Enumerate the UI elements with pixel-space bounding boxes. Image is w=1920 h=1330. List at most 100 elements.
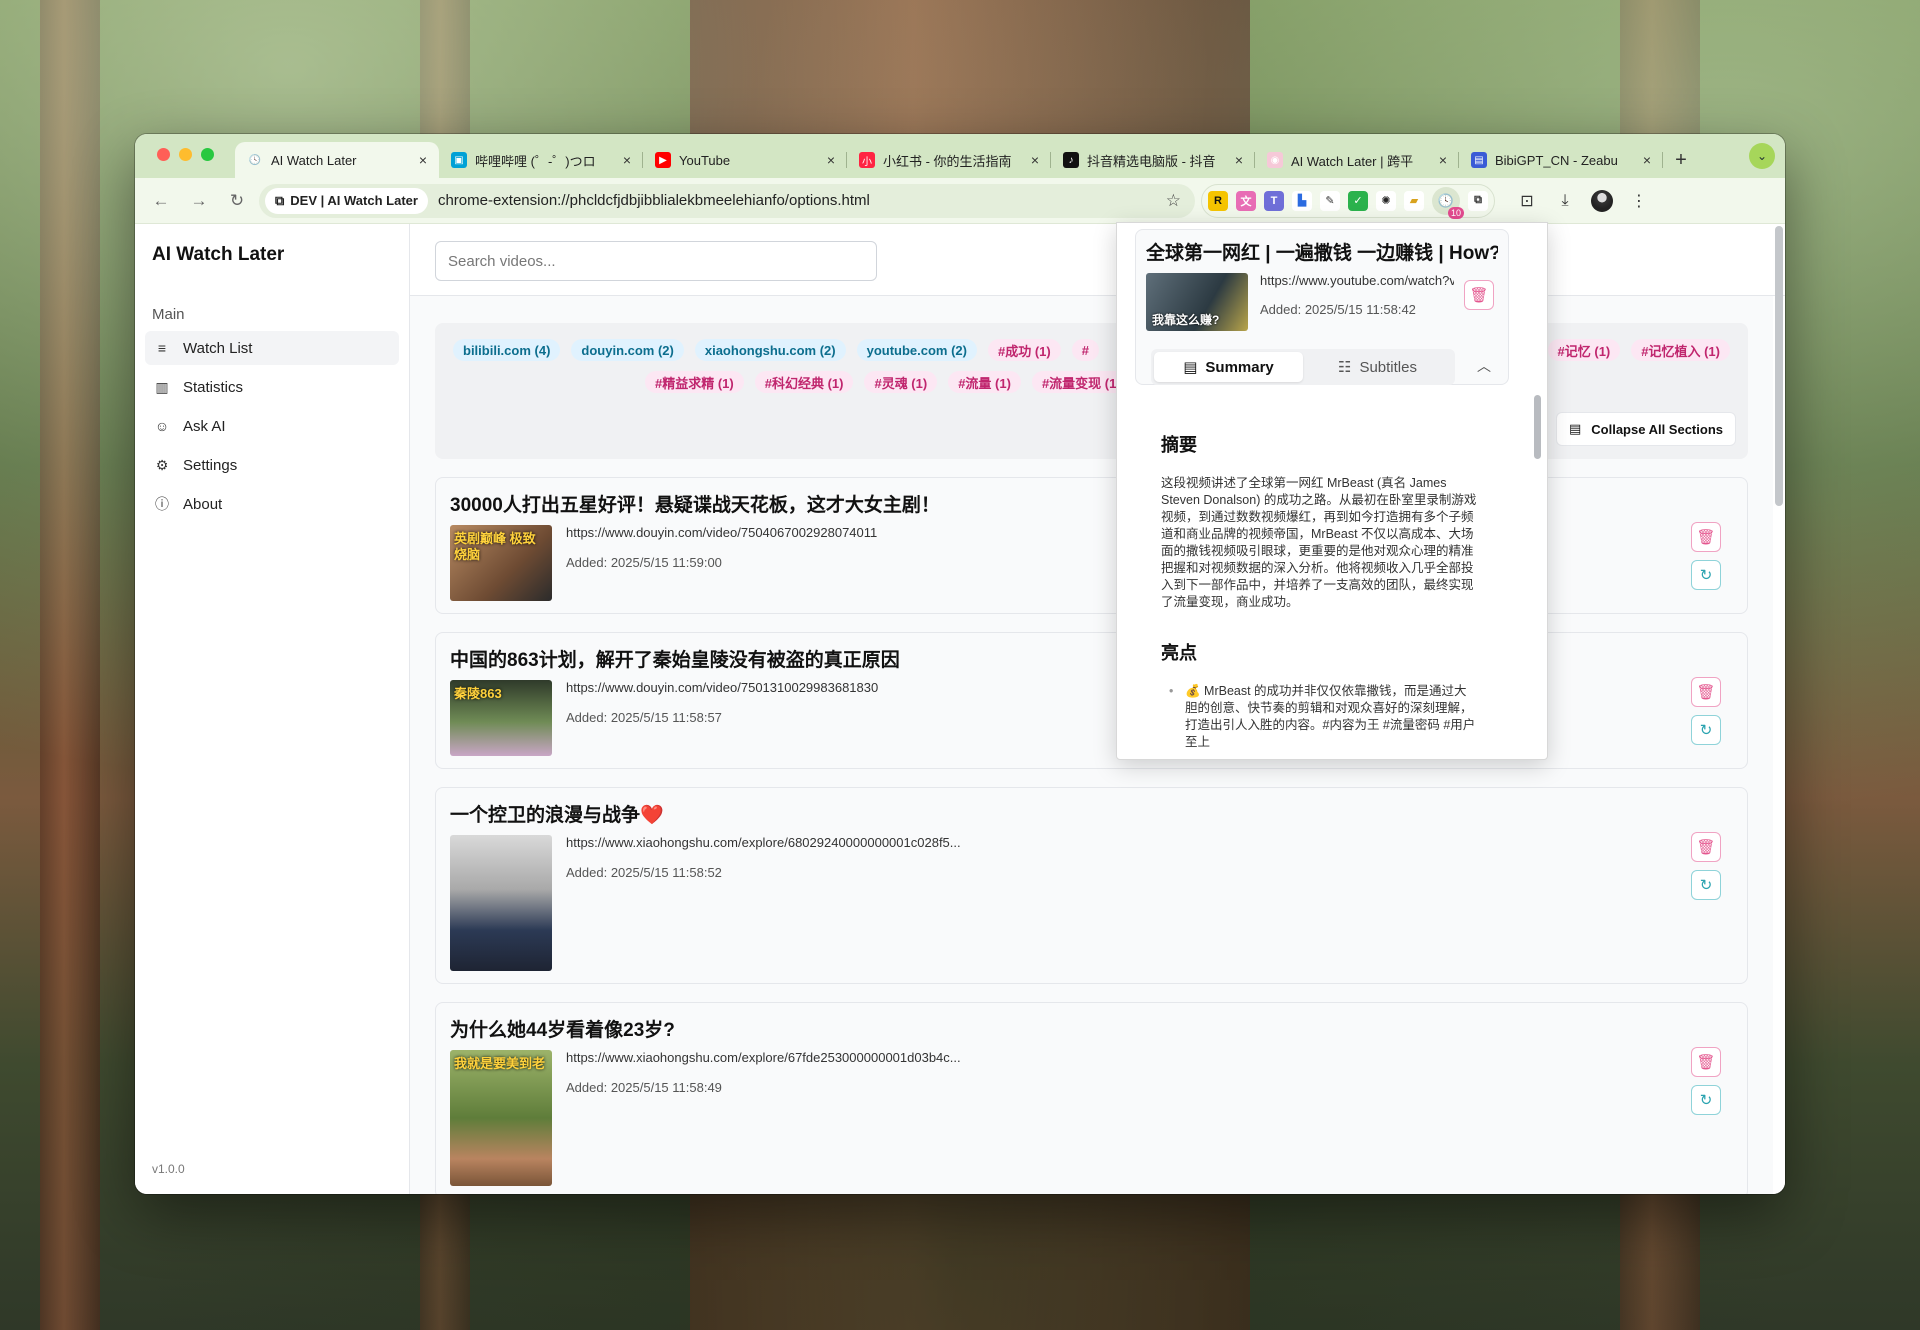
tab-title: 哔哩哔哩 (゜-゜)つロ bbox=[475, 153, 596, 169]
back-arrow-icon[interactable]: ← bbox=[145, 185, 177, 217]
browser-tab[interactable]: 小 小红书 - 你的生活指南 × bbox=[847, 142, 1051, 178]
download-icon[interactable]: ⤓ bbox=[1553, 189, 1577, 213]
reload-icon[interactable]: ↻ bbox=[221, 185, 253, 217]
document-extension-icon[interactable]: ▙ bbox=[1292, 190, 1312, 211]
extension-origin-chip[interactable]: ⧉ DEV | AI Watch Later bbox=[265, 187, 428, 214]
topic-filter-tag[interactable]: #精益求精 (1) bbox=[645, 371, 744, 393]
extension-popup: 全球第一网红 | 一遍撒钱 一边赚钱 | How? 我靠这么赚? https:/… bbox=[1116, 222, 1548, 760]
collapse-all-button[interactable]: ▤ Collapse All Sections bbox=[1555, 412, 1736, 446]
sidebar-item-watch-list[interactable]: ≡ Watch List bbox=[145, 331, 399, 365]
tab-summary[interactable]: ▤ Summary bbox=[1154, 352, 1303, 382]
video-title[interactable]: 一个控卫的浪漫与战争❤️ bbox=[450, 800, 1733, 827]
domain-filter-tag[interactable]: youtube.com (2) bbox=[856, 339, 977, 361]
check-extension-icon[interactable]: ✓ bbox=[1348, 190, 1368, 211]
tab-strip: 🕓 AI Watch Later × ▣ 哔哩哔哩 (゜-゜)つロ × ▶ YouT… bbox=[235, 142, 1663, 178]
topic-filter-tag[interactable]: # bbox=[1071, 339, 1099, 361]
topic-filter-tag[interactable]: #灵魂 (1) bbox=[864, 371, 938, 393]
kebab-menu-icon[interactable]: ⋮ bbox=[1627, 189, 1651, 213]
page-scrollbar[interactable] bbox=[1775, 226, 1783, 506]
sidebar-item-ask-ai[interactable]: ☺ Ask AI bbox=[145, 409, 399, 443]
maximize-window-button[interactable] bbox=[201, 148, 214, 161]
video-thumbnail[interactable]: 我就是要美到老 bbox=[450, 1050, 552, 1186]
video-url[interactable]: https://www.xiaohongshu.com/explore/6802… bbox=[566, 835, 961, 850]
refresh-button[interactable]: ↻ bbox=[1691, 715, 1721, 745]
tab-summary-label: Summary bbox=[1205, 358, 1274, 376]
openai-extension-icon[interactable]: ✺ bbox=[1376, 190, 1396, 211]
video-thumbnail[interactable]: 英剧巅峰 极致烧脑 bbox=[450, 525, 552, 601]
new-tab-button[interactable]: + bbox=[1663, 142, 1699, 178]
pen-extension-icon[interactable]: ✎ bbox=[1320, 190, 1340, 211]
popup-video-title[interactable]: 全球第一网红 | 一遍撒钱 一边赚钱 | How? bbox=[1146, 238, 1498, 265]
reader-extension-icon[interactable]: R bbox=[1208, 190, 1228, 211]
sidebar-item-label: Settings bbox=[183, 456, 238, 474]
refresh-button[interactable]: ↻ bbox=[1691, 870, 1721, 900]
popup-scrollbar[interactable] bbox=[1534, 395, 1541, 459]
popup-delete-button[interactable]: 🗑 bbox=[1464, 280, 1494, 310]
tab-subtitles[interactable]: ☷ Subtitles bbox=[1303, 352, 1452, 382]
video-url[interactable]: https://www.douyin.com/video/75040670029… bbox=[566, 525, 877, 540]
topic-filter-tag[interactable]: #记忆 (1) bbox=[1547, 339, 1621, 361]
close-tab-icon[interactable]: × bbox=[1031, 152, 1039, 168]
close-tab-icon[interactable]: × bbox=[827, 152, 835, 168]
close-tab-icon[interactable]: × bbox=[1439, 152, 1447, 168]
minimize-window-button[interactable] bbox=[179, 148, 192, 161]
app-title: AI Watch Later bbox=[152, 244, 285, 265]
forward-arrow-icon[interactable]: → bbox=[183, 185, 215, 217]
close-tab-icon[interactable]: × bbox=[419, 152, 427, 168]
profile-avatar[interactable] bbox=[1591, 189, 1613, 212]
delete-button[interactable]: 🗑 bbox=[1691, 522, 1721, 552]
delete-button[interactable]: 🗑 bbox=[1691, 677, 1721, 707]
domain-filter-tag[interactable]: xiaohongshu.com (2) bbox=[694, 339, 846, 361]
video-url[interactable]: https://www.douyin.com/video/75013100299… bbox=[566, 680, 878, 695]
delete-button[interactable]: 🗑 bbox=[1691, 832, 1721, 862]
watch-later-extension-icon[interactable]: 🕓 10 bbox=[1432, 186, 1464, 219]
search-input[interactable] bbox=[435, 241, 877, 281]
tab-favicon-icon: ▣ bbox=[451, 152, 467, 168]
translate-extension-icon[interactable]: 文 bbox=[1236, 190, 1256, 211]
browser-tab[interactable]: 🕓 AI Watch Later × bbox=[235, 142, 439, 178]
sidebar-item-label: Ask AI bbox=[183, 417, 226, 435]
close-tab-icon[interactable]: × bbox=[1235, 152, 1243, 168]
browser-tab[interactable]: ♪ 抖音精选电脑版 - 抖音 × bbox=[1051, 142, 1255, 178]
tdk-extension-icon[interactable]: T bbox=[1264, 190, 1284, 211]
browser-tab[interactable]: ▤ BibiGPT_CN - Zeabu × bbox=[1459, 142, 1663, 178]
tab-search-chevron-icon[interactable]: ⌄ bbox=[1749, 143, 1775, 169]
folder-extension-icon[interactable]: ▰ bbox=[1404, 190, 1424, 211]
topic-filter-tag[interactable]: #流量 (1) bbox=[948, 371, 1021, 393]
refresh-button[interactable]: ↻ bbox=[1691, 560, 1721, 590]
close-window-button[interactable] bbox=[157, 148, 170, 161]
delete-button[interactable]: 🗑 bbox=[1691, 1047, 1721, 1077]
topic-filter-tag[interactable]: #科幻经典 (1) bbox=[754, 371, 854, 393]
browser-tab[interactable]: ▶ YouTube × bbox=[643, 142, 847, 178]
puzzle-icon: ⧉ bbox=[275, 192, 285, 208]
close-tab-icon[interactable]: × bbox=[1643, 152, 1651, 168]
video-url[interactable]: https://www.xiaohongshu.com/explore/67fd… bbox=[566, 1050, 961, 1065]
refresh-button[interactable]: ↻ bbox=[1691, 1085, 1721, 1115]
popup-video-url[interactable]: https://www.youtube.com/watch?v= bbox=[1260, 273, 1454, 288]
sidebar-item-about[interactable]: ⓘ About bbox=[145, 487, 399, 521]
video-thumbnail[interactable] bbox=[450, 835, 552, 971]
sidebar-item-statistics[interactable]: ▥ Statistics bbox=[145, 370, 399, 404]
topic-filter-tag[interactable]: #记忆植入 (1) bbox=[1631, 339, 1730, 361]
close-tab-icon[interactable]: × bbox=[623, 152, 631, 168]
address-bar[interactable]: ⧉ DEV | AI Watch Later chrome-extension:… bbox=[259, 183, 1195, 218]
browser-tab[interactable]: ◉ AI Watch Later | 跨平 × bbox=[1255, 142, 1459, 178]
bookmark-star-icon[interactable]: ☆ bbox=[1166, 191, 1181, 211]
domain-filter-tag[interactable]: douyin.com (2) bbox=[571, 339, 684, 361]
tab-favicon-icon: ▶ bbox=[655, 152, 671, 168]
topic-filter-tag[interactable]: #成功 (1) bbox=[988, 339, 1061, 361]
screenshot-icon[interactable]: ⊡ bbox=[1515, 189, 1539, 213]
extensions-puzzle-icon[interactable]: ⧉ bbox=[1468, 190, 1488, 211]
video-title[interactable]: 为什么她44岁看着像23岁? bbox=[450, 1015, 1733, 1042]
sidebar-item-settings[interactable]: ⚙ Settings bbox=[145, 448, 399, 482]
video-card: 30000人打出五星好评！悬疑谍战天花板，这才大女主剧！ 英剧巅峰 极致烧脑 h… bbox=[435, 477, 1748, 614]
browser-tab[interactable]: ▣ 哔哩哔哩 (゜-゜)つロ × bbox=[439, 142, 643, 178]
domain-filter-tag[interactable]: bilibili.com (4) bbox=[453, 339, 561, 361]
url-text[interactable]: chrome-extension://phcldcfjdbjibblialekb… bbox=[438, 192, 1156, 209]
watch-list-scroll-area[interactable]: bilibili.com (4) douyin.com (2) xiaohongsh… bbox=[410, 296, 1773, 1194]
chevron-up-icon[interactable]: ︿ bbox=[1477, 356, 1491, 376]
video-thumbnail[interactable]: 秦陵863 bbox=[450, 680, 552, 756]
popup-video-thumbnail[interactable]: 我靠这么赚? bbox=[1146, 273, 1248, 331]
collapse-icon: ▤ bbox=[1568, 421, 1582, 436]
topic-filter-tag[interactable]: #流量变现 (1 bbox=[1031, 371, 1127, 393]
